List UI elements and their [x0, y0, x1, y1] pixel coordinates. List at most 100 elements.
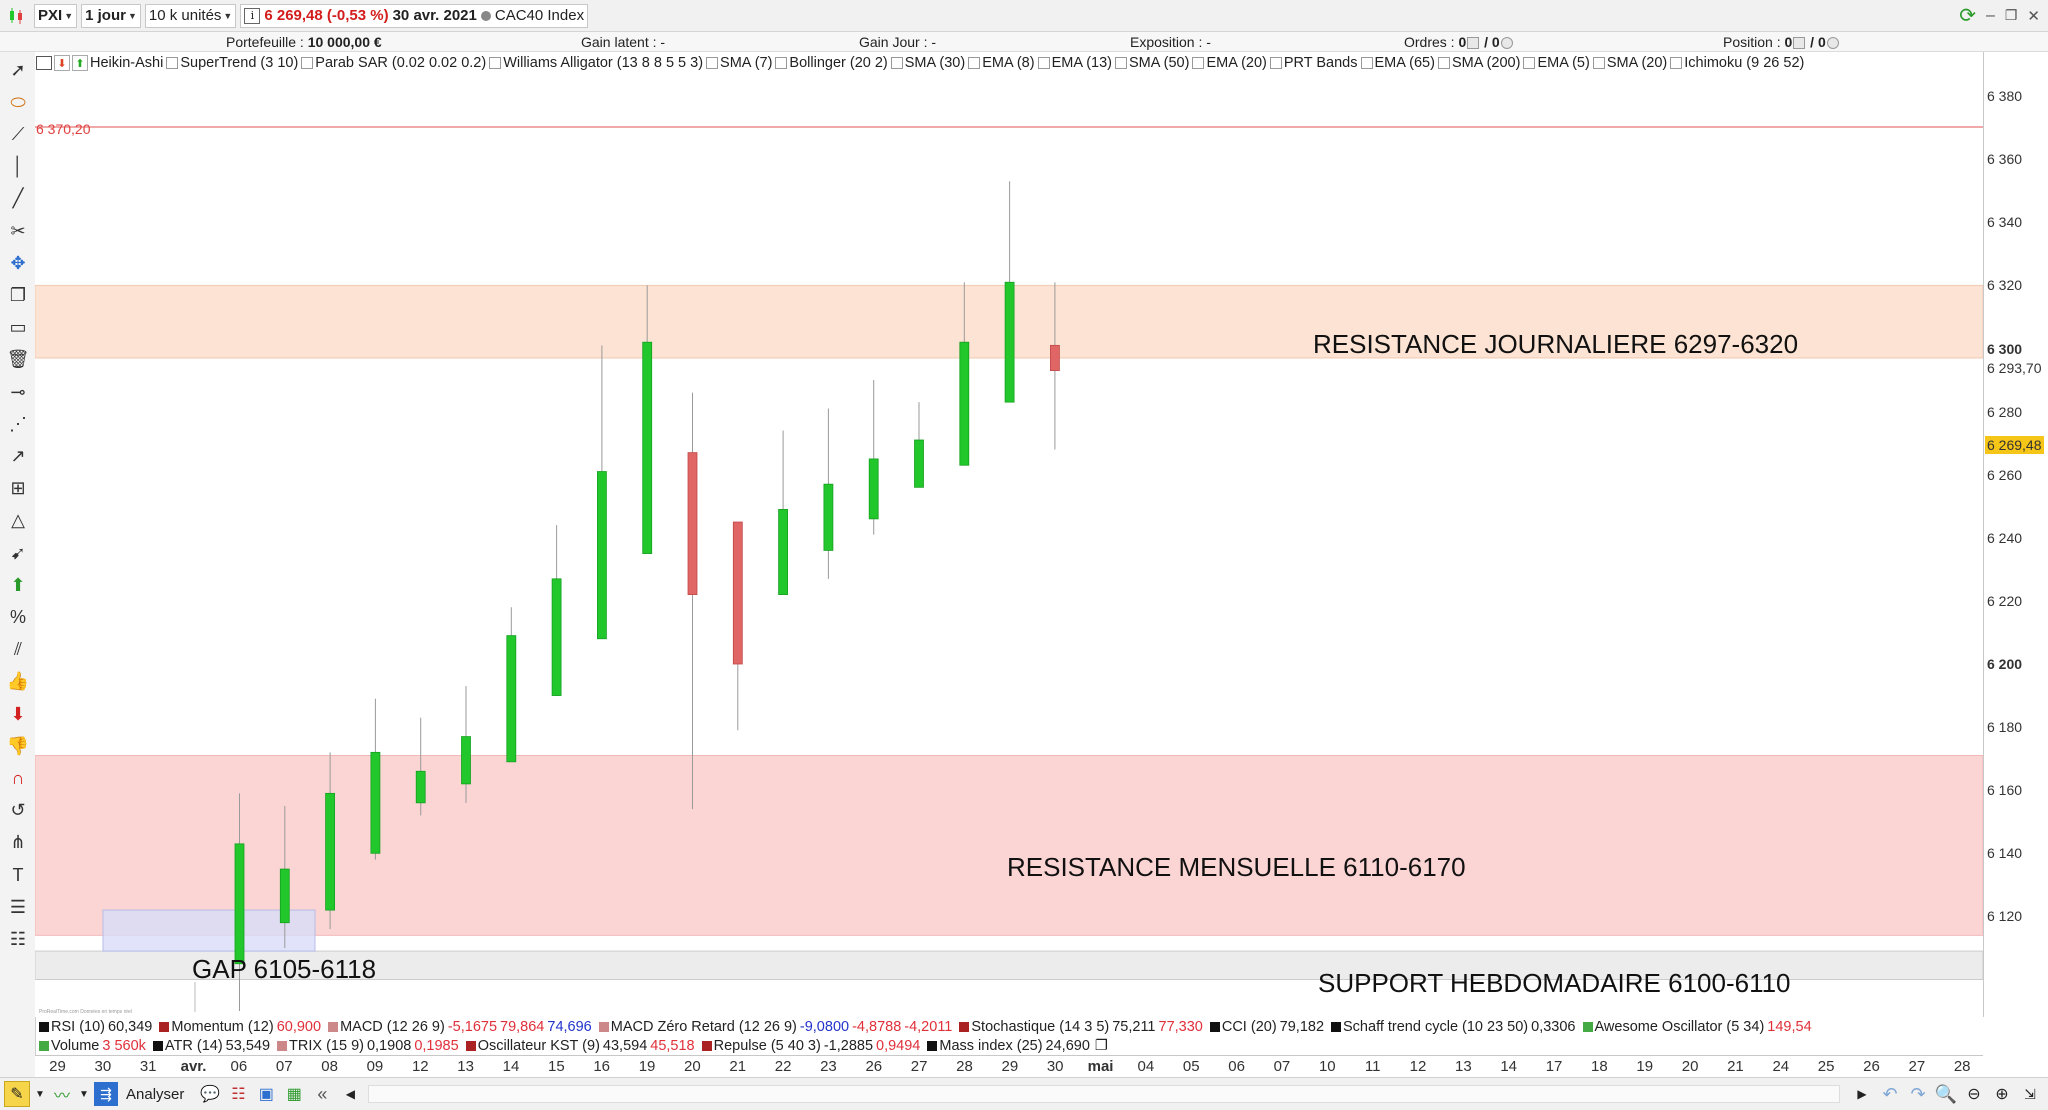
fan-icon[interactable]: ⋰: [5, 412, 31, 436]
checkbox-icon[interactable]: [1360, 57, 1373, 69]
checkbox-icon[interactable]: [1192, 57, 1205, 69]
price-axis[interactable]: 6 380 6 360 6 340 6 320 6 300 6 280 6 260 6 240…: [1983, 52, 2048, 1017]
checkbox-icon[interactable]: [890, 57, 903, 69]
sub-indicator-item[interactable]: ATR (14) 53,549: [149, 1038, 273, 1054]
thumb-up-icon[interactable]: 👍: [5, 670, 31, 694]
triangle-icon[interactable]: △: [5, 509, 31, 533]
overlay-indicator-toggle[interactable]: SMA (50): [1112, 55, 1189, 71]
magnet-icon[interactable]: ∩: [5, 766, 31, 790]
sub-indicator-item[interactable]: Mass index (25) 24,690: [923, 1038, 1093, 1054]
overlay-indicator-toggle[interactable]: SMA (20): [1590, 55, 1667, 71]
overlay-indicator-toggle[interactable]: SMA (30): [888, 55, 965, 71]
redo-icon[interactable]: ↷: [1906, 1082, 1930, 1106]
sub-indicator-item[interactable]: Awesome Oscillator (5 34) 149,54: [1579, 1019, 1815, 1035]
checkbox-icon[interactable]: [301, 57, 314, 69]
ray-icon[interactable]: ↗: [5, 444, 31, 468]
sub-indicator-item[interactable]: MACD Zéro Retard (12 26 9) -9,0800 -4,8788…: [595, 1019, 956, 1035]
thumb-down-icon[interactable]: 👎: [5, 734, 31, 758]
overlay-indicator-toggle[interactable]: Parab SAR (0.02 0.02 0.2): [298, 55, 486, 71]
checkbox-icon[interactable]: [1269, 57, 1282, 69]
price-chart[interactable]: RESISTANCE JOURNALIERE 6297-6320 RESISTA…: [35, 52, 1983, 1017]
percent-icon[interactable]: %: [5, 605, 31, 629]
sub-indicator-item[interactable]: Volume 3 560k: [35, 1038, 149, 1054]
overlay-indicator-toggle[interactable]: EMA (13): [1035, 55, 1112, 71]
instrument-selector[interactable]: PXI ▼: [34, 3, 78, 28]
text-icon[interactable]: T: [5, 863, 31, 887]
overlay-indicator-toggle[interactable]: Heikin-Ashi: [90, 55, 163, 71]
overlay-indicator-toggle[interactable]: SMA (200): [1435, 55, 1520, 71]
pitchfork-icon[interactable]: ⋔: [5, 831, 31, 855]
calc-icon[interactable]: ▦: [282, 1082, 306, 1106]
refresh-icon[interactable]: ⟳: [1959, 3, 1976, 28]
date-axis[interactable]: 29 30 31 avr. 06 07 08 09 12 13 14 15 16 19 20 21 22 23 26…: [35, 1055, 1983, 1078]
rectangle-icon[interactable]: ▭: [5, 316, 31, 340]
sub-indicator-item[interactable]: CCI (20) 79,182: [1206, 1019, 1327, 1035]
info-icon[interactable]: i: [244, 7, 261, 24]
fib-retracement-icon[interactable]: ☰: [5, 895, 31, 919]
overlay-indicator-toggle[interactable]: EMA (65): [1358, 55, 1435, 71]
sub-indicator-item[interactable]: Oscillateur KST (9) 43,594 45,518: [462, 1038, 698, 1054]
move-icon[interactable]: ✥: [5, 251, 31, 275]
overlay-indicator-toggle[interactable]: PRT Bands: [1267, 55, 1358, 71]
sub-indicator-item[interactable]: Momentum (12) 60,900: [155, 1019, 324, 1035]
vertical-line-icon[interactable]: │: [5, 155, 31, 179]
sub-indicator-item[interactable]: RSI (10) 60,349: [35, 1019, 155, 1035]
scroll-right-icon[interactable]: ▶: [1850, 1082, 1874, 1106]
timeframe-selector[interactable]: 1 jour ▼: [81, 3, 141, 28]
sub-indicator-item[interactable]: TRIX (15 9) 0,1908 0,1985: [273, 1038, 462, 1054]
checkbox-icon[interactable]: [166, 57, 179, 69]
orders-clear-icon[interactable]: [1467, 37, 1480, 50]
rotate-icon[interactable]: ↺: [5, 799, 31, 823]
pointer-icon[interactable]: ➚: [5, 58, 31, 82]
down-arrow-icon[interactable]: ⬇: [5, 702, 31, 726]
list-icon[interactable]: ☷: [226, 1082, 250, 1106]
zoom-out-icon[interactable]: ⊖: [1962, 1082, 1986, 1106]
detach-panel-icon[interactable]: ❐: [1095, 1038, 1108, 1054]
overlay-indicator-toggle[interactable]: SMA (7): [703, 55, 772, 71]
down-arrow-icon[interactable]: ⬇: [54, 55, 70, 71]
horizontal-line-icon[interactable]: ⊸: [5, 380, 31, 404]
overlay-indicator-toggle[interactable]: SuperTrend (3 10): [163, 55, 298, 71]
analyser-button[interactable]: Analyser: [126, 1086, 184, 1103]
up-arrow-icon[interactable]: ⬆: [72, 55, 88, 71]
sub-indicator-item[interactable]: Stochastique (14 3 5) 75,211 77,330: [955, 1019, 1205, 1035]
fib-extension-icon[interactable]: ☷: [5, 927, 31, 951]
orders-settings-icon[interactable]: [1500, 37, 1513, 50]
indicator-add-icon[interactable]: 〰: [50, 1082, 74, 1106]
overlay-indicator-toggle[interactable]: Ichimoku (9 26 52): [1667, 55, 1804, 71]
overlay-indicator-toggle[interactable]: EMA (8): [965, 55, 1035, 71]
checkbox-icon[interactable]: [1037, 57, 1050, 69]
fibonacci-icon[interactable]: ⊞: [5, 477, 31, 501]
segment-icon[interactable]: ⟋: [5, 122, 31, 146]
chevron-down-icon[interactable]: ▼: [78, 1082, 90, 1106]
checkbox-icon[interactable]: [706, 57, 719, 69]
trash-icon[interactable]: 🗑: [5, 348, 31, 372]
up-arrow-icon[interactable]: ⬆: [5, 573, 31, 597]
close-icon[interactable]: ✕: [2027, 7, 2040, 25]
checkbox-icon[interactable]: [775, 57, 788, 69]
double-chevron-left-icon[interactable]: «: [310, 1082, 334, 1106]
overlay-indicator-toggle[interactable]: Williams Alligator (13 8 8 5 5 3): [486, 55, 703, 71]
sub-indicator-item[interactable]: Schaff trend cycle (10 23 50) 0,3306: [1327, 1019, 1578, 1035]
position-clear-icon[interactable]: [1793, 37, 1806, 50]
screens-icon[interactable]: ▣: [254, 1082, 278, 1106]
minimize-icon[interactable]: –: [1986, 7, 1995, 25]
candlestick-chart-icon[interactable]: [4, 4, 30, 28]
arrow-icon[interactable]: ➹: [5, 541, 31, 565]
zoom-in-icon[interactable]: ⊕: [1990, 1082, 2014, 1106]
ellipse-icon[interactable]: ⬭: [5, 90, 31, 114]
checkbox-icon[interactable]: [1592, 57, 1605, 69]
checkbox-icon[interactable]: [1115, 57, 1127, 69]
chevron-down-icon[interactable]: ▼: [34, 1082, 46, 1106]
sub-indicator-item[interactable]: Repulse (5 40 3) -1,2885 0,9494: [698, 1038, 924, 1054]
checkbox-icon[interactable]: [968, 57, 981, 69]
overlay-indicator-toggle[interactable]: Bollinger (20 2): [772, 55, 888, 71]
overlay-indicator-toggle[interactable]: EMA (20): [1189, 55, 1267, 71]
scroll-left-icon[interactable]: ◀: [338, 1082, 362, 1106]
channel-icon[interactable]: ⫽: [5, 638, 31, 662]
crosshair-magnet-icon[interactable]: ✂: [5, 219, 31, 243]
copy-icon[interactable]: ❐: [5, 283, 31, 307]
chat-icon[interactable]: 💬: [198, 1082, 222, 1106]
trend-line-icon[interactable]: ╱: [5, 187, 31, 211]
sub-indicator-item[interactable]: MACD (12 26 9) -5,1675 79,864 74,696: [324, 1019, 595, 1035]
